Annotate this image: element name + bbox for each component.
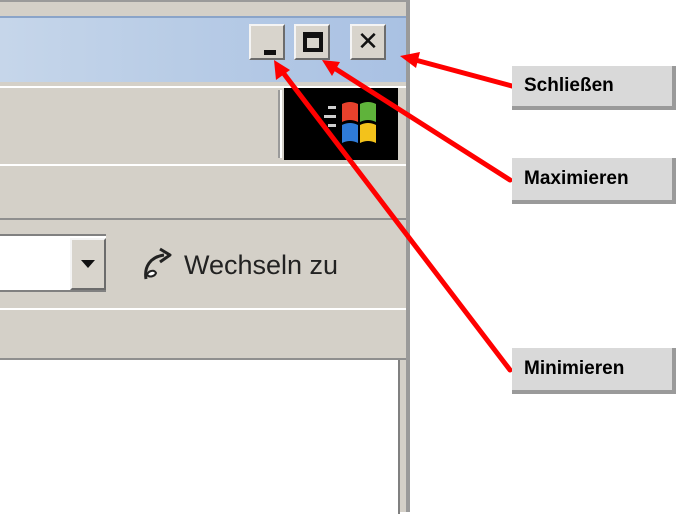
arrow-close [405,55,515,89]
arrow-minimize [275,63,513,373]
callout-close-label: Schließen [524,75,614,96]
callout-minimize: Minimieren [512,348,676,394]
callout-minimize-label: Minimieren [524,358,625,379]
callout-maximize: Maximieren [512,158,676,204]
callout-close: Schließen [512,66,676,110]
arrow-close-head [400,52,420,68]
arrow-maximize [325,61,513,183]
callout-maximize-label: Maximieren [524,168,629,189]
